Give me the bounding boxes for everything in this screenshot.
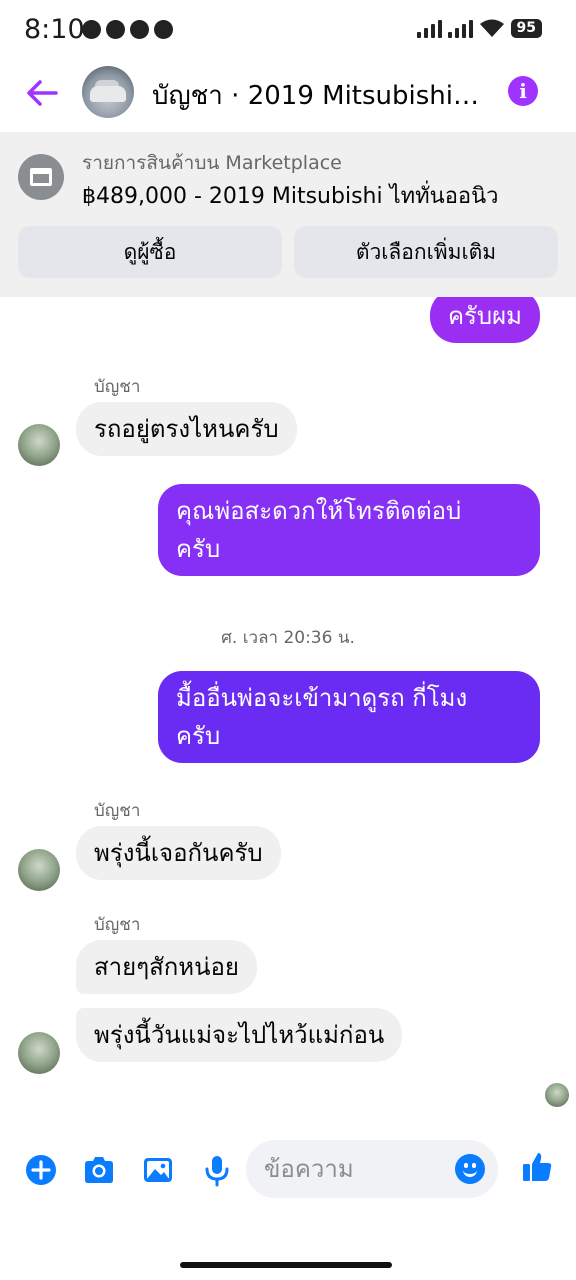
marketplace-subtitle: รายการสินค้าบน Marketplace xyxy=(82,152,342,174)
line-app-icon xyxy=(130,20,149,39)
message-bubble-incoming[interactable]: รถอยู่ตรงไหนครับ xyxy=(76,402,297,456)
message-bubble-outgoing[interactable]: คุณพ่อสะดวกให้โทรติดต่อบ่ ครับ xyxy=(158,484,540,576)
sender-avatar[interactable] xyxy=(18,849,60,891)
sender-name: บัญชา xyxy=(94,915,141,935)
sender-avatar[interactable] xyxy=(18,1032,60,1074)
message-timestamp: ศ. เวลา 20:36 น. xyxy=(221,628,355,648)
conversation-header: บัญชา · 2019 Mitsubishi… i xyxy=(0,62,576,122)
message-bubble-incoming[interactable]: พรุ่งนี้วันแม่จะไปไหว้แม่ก่อน xyxy=(76,1008,403,1062)
info-icon[interactable]: i xyxy=(508,76,538,106)
sender-name: บัญชา xyxy=(94,801,141,821)
system-icons: 95 xyxy=(416,18,542,38)
message-bubble-incoming[interactable]: พรุ่งนี้เจอกันครับ xyxy=(76,826,281,880)
message-bubble-outgoing[interactable]: มื้ออื่นพ่อจะเข้ามาดูรถ กี่โมง ครับ xyxy=(158,671,540,763)
gallery-icon[interactable] xyxy=(141,1153,175,1187)
microphone-icon[interactable] xyxy=(200,1153,234,1187)
media-icon xyxy=(106,20,125,39)
like-thumb-icon[interactable] xyxy=(520,1150,554,1184)
plus-icon[interactable] xyxy=(24,1153,58,1187)
back-arrow-icon[interactable] xyxy=(22,73,62,113)
signal-icon xyxy=(416,20,442,38)
view-buyer-button[interactable]: ดูผู้ซื้อ xyxy=(18,226,282,278)
camera-icon[interactable] xyxy=(82,1153,116,1187)
message-list[interactable]: ครับผม บัญชา รถอยู่ตรงไหนครับ คุณพ่อสะดว… xyxy=(0,297,576,1127)
marketplace-banner: รายการสินค้าบน Marketplace ฿489,000 - 20… xyxy=(0,132,576,297)
sender-name: บัญชา xyxy=(94,377,141,397)
conversation-title[interactable]: บัญชา · 2019 Mitsubishi… xyxy=(152,75,492,116)
wifi-icon xyxy=(479,19,504,37)
message-bubble-incoming[interactable]: สายๆสักหน่อย xyxy=(76,940,257,994)
more-options-button[interactable]: ตัวเลือกเพิ่มเติม xyxy=(294,226,558,278)
battery-indicator: 95 xyxy=(510,19,542,38)
status-time: 8:10 xyxy=(24,14,85,45)
home-indicator[interactable] xyxy=(180,1262,392,1268)
sender-avatar[interactable] xyxy=(18,424,60,466)
disabled-icon xyxy=(154,20,173,39)
message-composer xyxy=(0,1138,576,1202)
listing-avatar[interactable] xyxy=(82,66,134,118)
listing-title[interactable]: ฿489,000 - 2019 Mitsubishi ไททั่นออนิว xyxy=(82,178,499,213)
marketplace-shop-icon xyxy=(18,154,64,200)
signal-icon-2 xyxy=(447,20,473,38)
read-receipt-avatar xyxy=(545,1083,569,1107)
message-bubble-outgoing[interactable]: ครับผม xyxy=(429,297,540,343)
alarm-icon xyxy=(82,20,101,39)
notification-icons xyxy=(82,20,173,39)
emoji-icon[interactable] xyxy=(455,1154,485,1184)
status-bar: 8:10 95 xyxy=(0,0,576,60)
